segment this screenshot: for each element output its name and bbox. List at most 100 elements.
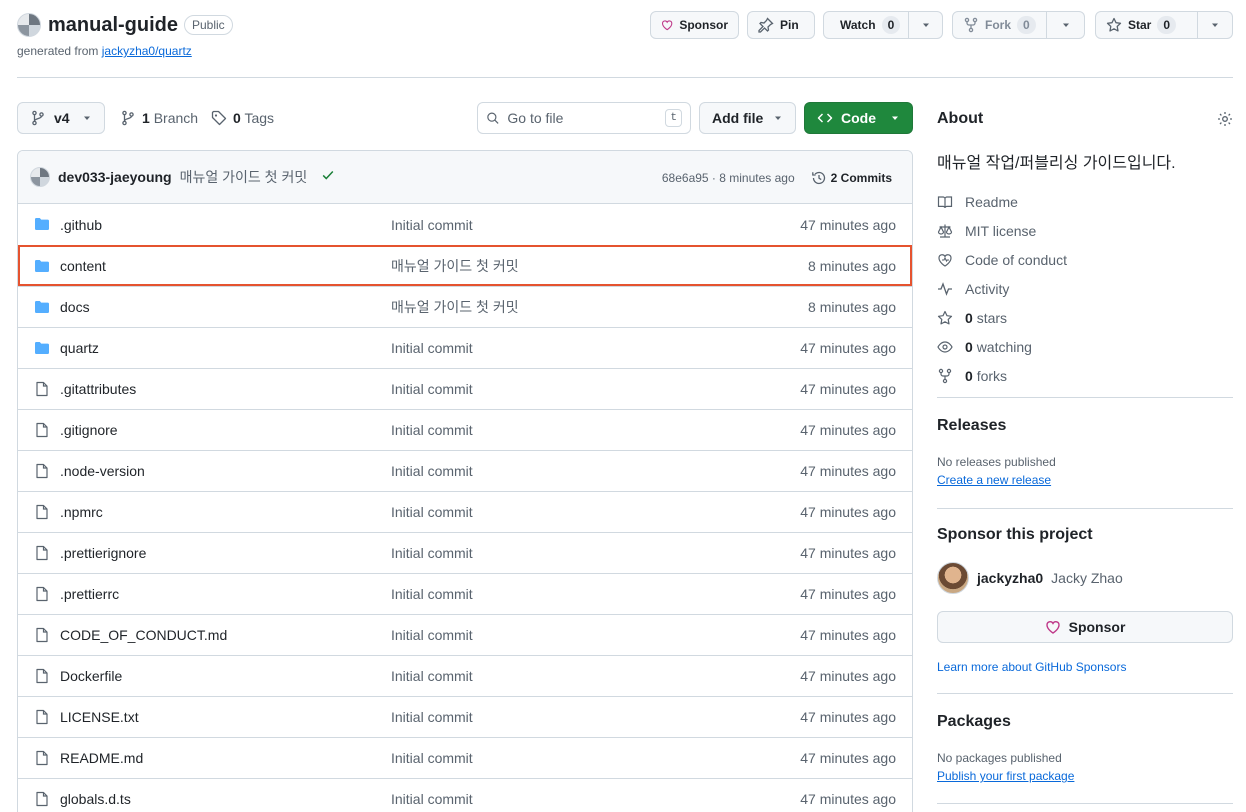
star-button[interactable]: Star 0 bbox=[1095, 11, 1198, 39]
star-dropdown[interactable] bbox=[1198, 11, 1233, 39]
sponsorable-user[interactable]: jackyzha0 Jacky Zhao bbox=[937, 562, 1123, 594]
file-row[interactable]: .prettierignore Initial commit 47 minutes … bbox=[18, 532, 912, 573]
file-name[interactable]: LICENSE.txt bbox=[60, 709, 139, 725]
template-repo-link[interactable]: jackyzha0/quartz bbox=[102, 44, 192, 58]
file-commit-message[interactable]: Initial commit bbox=[391, 381, 473, 397]
file-name[interactable]: README.md bbox=[60, 750, 143, 766]
pin-button[interactable]: Pin bbox=[747, 11, 815, 39]
watch-button[interactable]: Watch 0 bbox=[823, 11, 909, 39]
license-link[interactable]: MIT license bbox=[937, 216, 1067, 245]
file-name[interactable]: .gitignore bbox=[60, 422, 118, 438]
go-to-file[interactable]: t bbox=[477, 102, 691, 134]
gear-icon[interactable] bbox=[1217, 111, 1233, 127]
file-name[interactable]: .node-version bbox=[60, 463, 145, 479]
learn-sponsors-link[interactable]: Learn more about GitHub Sponsors bbox=[937, 660, 1126, 674]
commit-author-avatar[interactable] bbox=[30, 167, 50, 187]
go-to-file-input[interactable] bbox=[507, 110, 658, 126]
watching-link[interactable]: 0 watching bbox=[937, 332, 1067, 361]
fork-button[interactable]: Fork 0 bbox=[952, 11, 1047, 39]
file-commit-message[interactable]: Initial commit bbox=[391, 750, 473, 766]
watch-count: 0 bbox=[881, 16, 901, 34]
packages-heading[interactable]: Packages bbox=[937, 713, 1011, 731]
commit-message[interactable]: 매뉴얼 가이드 첫 커밋 bbox=[180, 167, 308, 187]
file-commit-message[interactable]: 매뉴얼 가이드 첫 커밋 bbox=[391, 256, 519, 276]
commits-link[interactable]: 2 Commits bbox=[811, 170, 892, 186]
file-commit-message[interactable]: Initial commit bbox=[391, 709, 473, 725]
watch-dropdown[interactable] bbox=[909, 11, 943, 39]
file-icon bbox=[34, 627, 50, 643]
sponsor-button[interactable]: Sponsor bbox=[650, 11, 739, 39]
file-commit-message[interactable]: 매뉴얼 가이드 첫 커밋 bbox=[391, 297, 519, 317]
pin-label: Pin bbox=[780, 18, 799, 32]
file-name[interactable]: globals.d.ts bbox=[60, 791, 131, 807]
code-button[interactable]: Code bbox=[804, 102, 913, 134]
owner-avatar[interactable] bbox=[17, 13, 41, 37]
readme-link[interactable]: Readme bbox=[937, 187, 1067, 216]
sponsor-username[interactable]: jackyzha0 bbox=[977, 570, 1043, 586]
file-name[interactable]: .npmrc bbox=[60, 504, 103, 520]
file-row[interactable]: README.md Initial commit 47 minutes ago bbox=[18, 737, 912, 778]
file-row[interactable]: docs 매뉴얼 가이드 첫 커밋 8 minutes ago bbox=[18, 286, 912, 327]
file-commit-message[interactable]: Initial commit bbox=[391, 627, 473, 643]
fork-label: Fork bbox=[985, 18, 1012, 32]
file-row[interactable]: .npmrc Initial commit 47 minutes ago bbox=[18, 491, 912, 532]
file-row[interactable]: globals.d.ts Initial commit 47 minutes ago bbox=[18, 778, 912, 812]
fork-dropdown[interactable] bbox=[1047, 11, 1085, 39]
file-name[interactable]: .github bbox=[60, 217, 102, 233]
activity-link[interactable]: Activity bbox=[937, 274, 1067, 303]
file-name[interactable]: Dockerfile bbox=[60, 668, 122, 684]
file-row[interactable]: LICENSE.txt Initial commit 47 minutes ago bbox=[18, 696, 912, 737]
file-commit-message[interactable]: Initial commit bbox=[391, 586, 473, 602]
add-file-button[interactable]: Add file bbox=[699, 102, 796, 134]
file-commit-time: 47 minutes ago bbox=[800, 216, 896, 233]
branch-selector[interactable]: v4 bbox=[17, 102, 105, 134]
file-name[interactable]: .prettierignore bbox=[60, 545, 146, 561]
file-row[interactable]: quartz Initial commit 47 minutes ago bbox=[18, 327, 912, 368]
publish-package-link[interactable]: Publish your first package bbox=[937, 769, 1074, 783]
heart-icon bbox=[1045, 621, 1060, 634]
releases-heading[interactable]: Releases bbox=[937, 417, 1006, 435]
branches-link[interactable]: 1 Branch bbox=[120, 102, 198, 134]
file-name[interactable]: content bbox=[60, 258, 106, 274]
file-table: dev033-jaeyoung 매뉴얼 가이드 첫 커밋 68e6a95 · 8… bbox=[17, 150, 913, 812]
file-name[interactable]: .gitattributes bbox=[60, 381, 136, 397]
commit-author[interactable]: dev033-jaeyoung bbox=[58, 169, 172, 185]
sidebar-sponsor-button[interactable]: Sponsor bbox=[937, 611, 1233, 643]
file-commit-message[interactable]: Initial commit bbox=[391, 504, 473, 520]
sponsor-user-avatar[interactable] bbox=[937, 562, 969, 594]
file-row[interactable]: .node-version Initial commit 47 minutes ag… bbox=[18, 450, 912, 491]
file-row[interactable]: .gitignore Initial commit 47 minutes ago bbox=[18, 409, 912, 450]
file-row[interactable]: CODE_OF_CONDUCT.md Initial commit 47 minut… bbox=[18, 614, 912, 655]
file-row[interactable]: Dockerfile Initial commit 47 minutes ago bbox=[18, 655, 912, 696]
commit-hash-time[interactable]: 68e6a95 · 8 minutes ago bbox=[662, 171, 795, 185]
repo-name[interactable]: manual-guide bbox=[48, 12, 178, 38]
file-name[interactable]: quartz bbox=[60, 340, 99, 356]
file-row[interactable]: content 매뉴얼 가이드 첫 커밋 8 minutes ago bbox=[18, 245, 912, 286]
file-commit-message[interactable]: Initial commit bbox=[391, 340, 473, 356]
file-name[interactable]: docs bbox=[60, 299, 90, 315]
code-of-conduct-link[interactable]: Code of conduct bbox=[937, 245, 1067, 274]
check-icon[interactable] bbox=[321, 168, 335, 186]
book-icon bbox=[937, 195, 953, 208]
file-commit-message[interactable]: Initial commit bbox=[391, 545, 473, 561]
file-commit-time: 8 minutes ago bbox=[808, 258, 896, 274]
file-commit-message[interactable]: Initial commit bbox=[391, 668, 473, 684]
tags-link[interactable]: 0 Tags bbox=[211, 102, 274, 134]
file-name[interactable]: .prettierrc bbox=[60, 586, 119, 602]
folder-icon bbox=[34, 258, 50, 274]
file-commit-message[interactable]: Initial commit bbox=[391, 422, 473, 438]
eye-icon bbox=[937, 340, 953, 353]
file-commit-message[interactable]: Initial commit bbox=[391, 217, 473, 233]
file-row[interactable]: .prettierrc Initial commit 47 minutes ago bbox=[18, 573, 912, 614]
file-name[interactable]: CODE_OF_CONDUCT.md bbox=[60, 627, 227, 643]
fork-group: Fork 0 bbox=[952, 11, 1085, 39]
file-row[interactable]: .gitattributes Initial commit 47 minutes a… bbox=[18, 368, 912, 409]
create-release-link[interactable]: Create a new release bbox=[937, 473, 1051, 487]
stars-link[interactable]: 0 stars bbox=[937, 303, 1067, 332]
file-commit-message[interactable]: Initial commit bbox=[391, 791, 473, 807]
forks-link[interactable]: 0 forks bbox=[937, 361, 1067, 390]
file-row[interactable]: .github Initial commit 47 minutes ago bbox=[18, 204, 912, 245]
file-icon bbox=[34, 791, 50, 807]
sidebar-divider bbox=[937, 803, 1233, 804]
file-commit-message[interactable]: Initial commit bbox=[391, 463, 473, 479]
